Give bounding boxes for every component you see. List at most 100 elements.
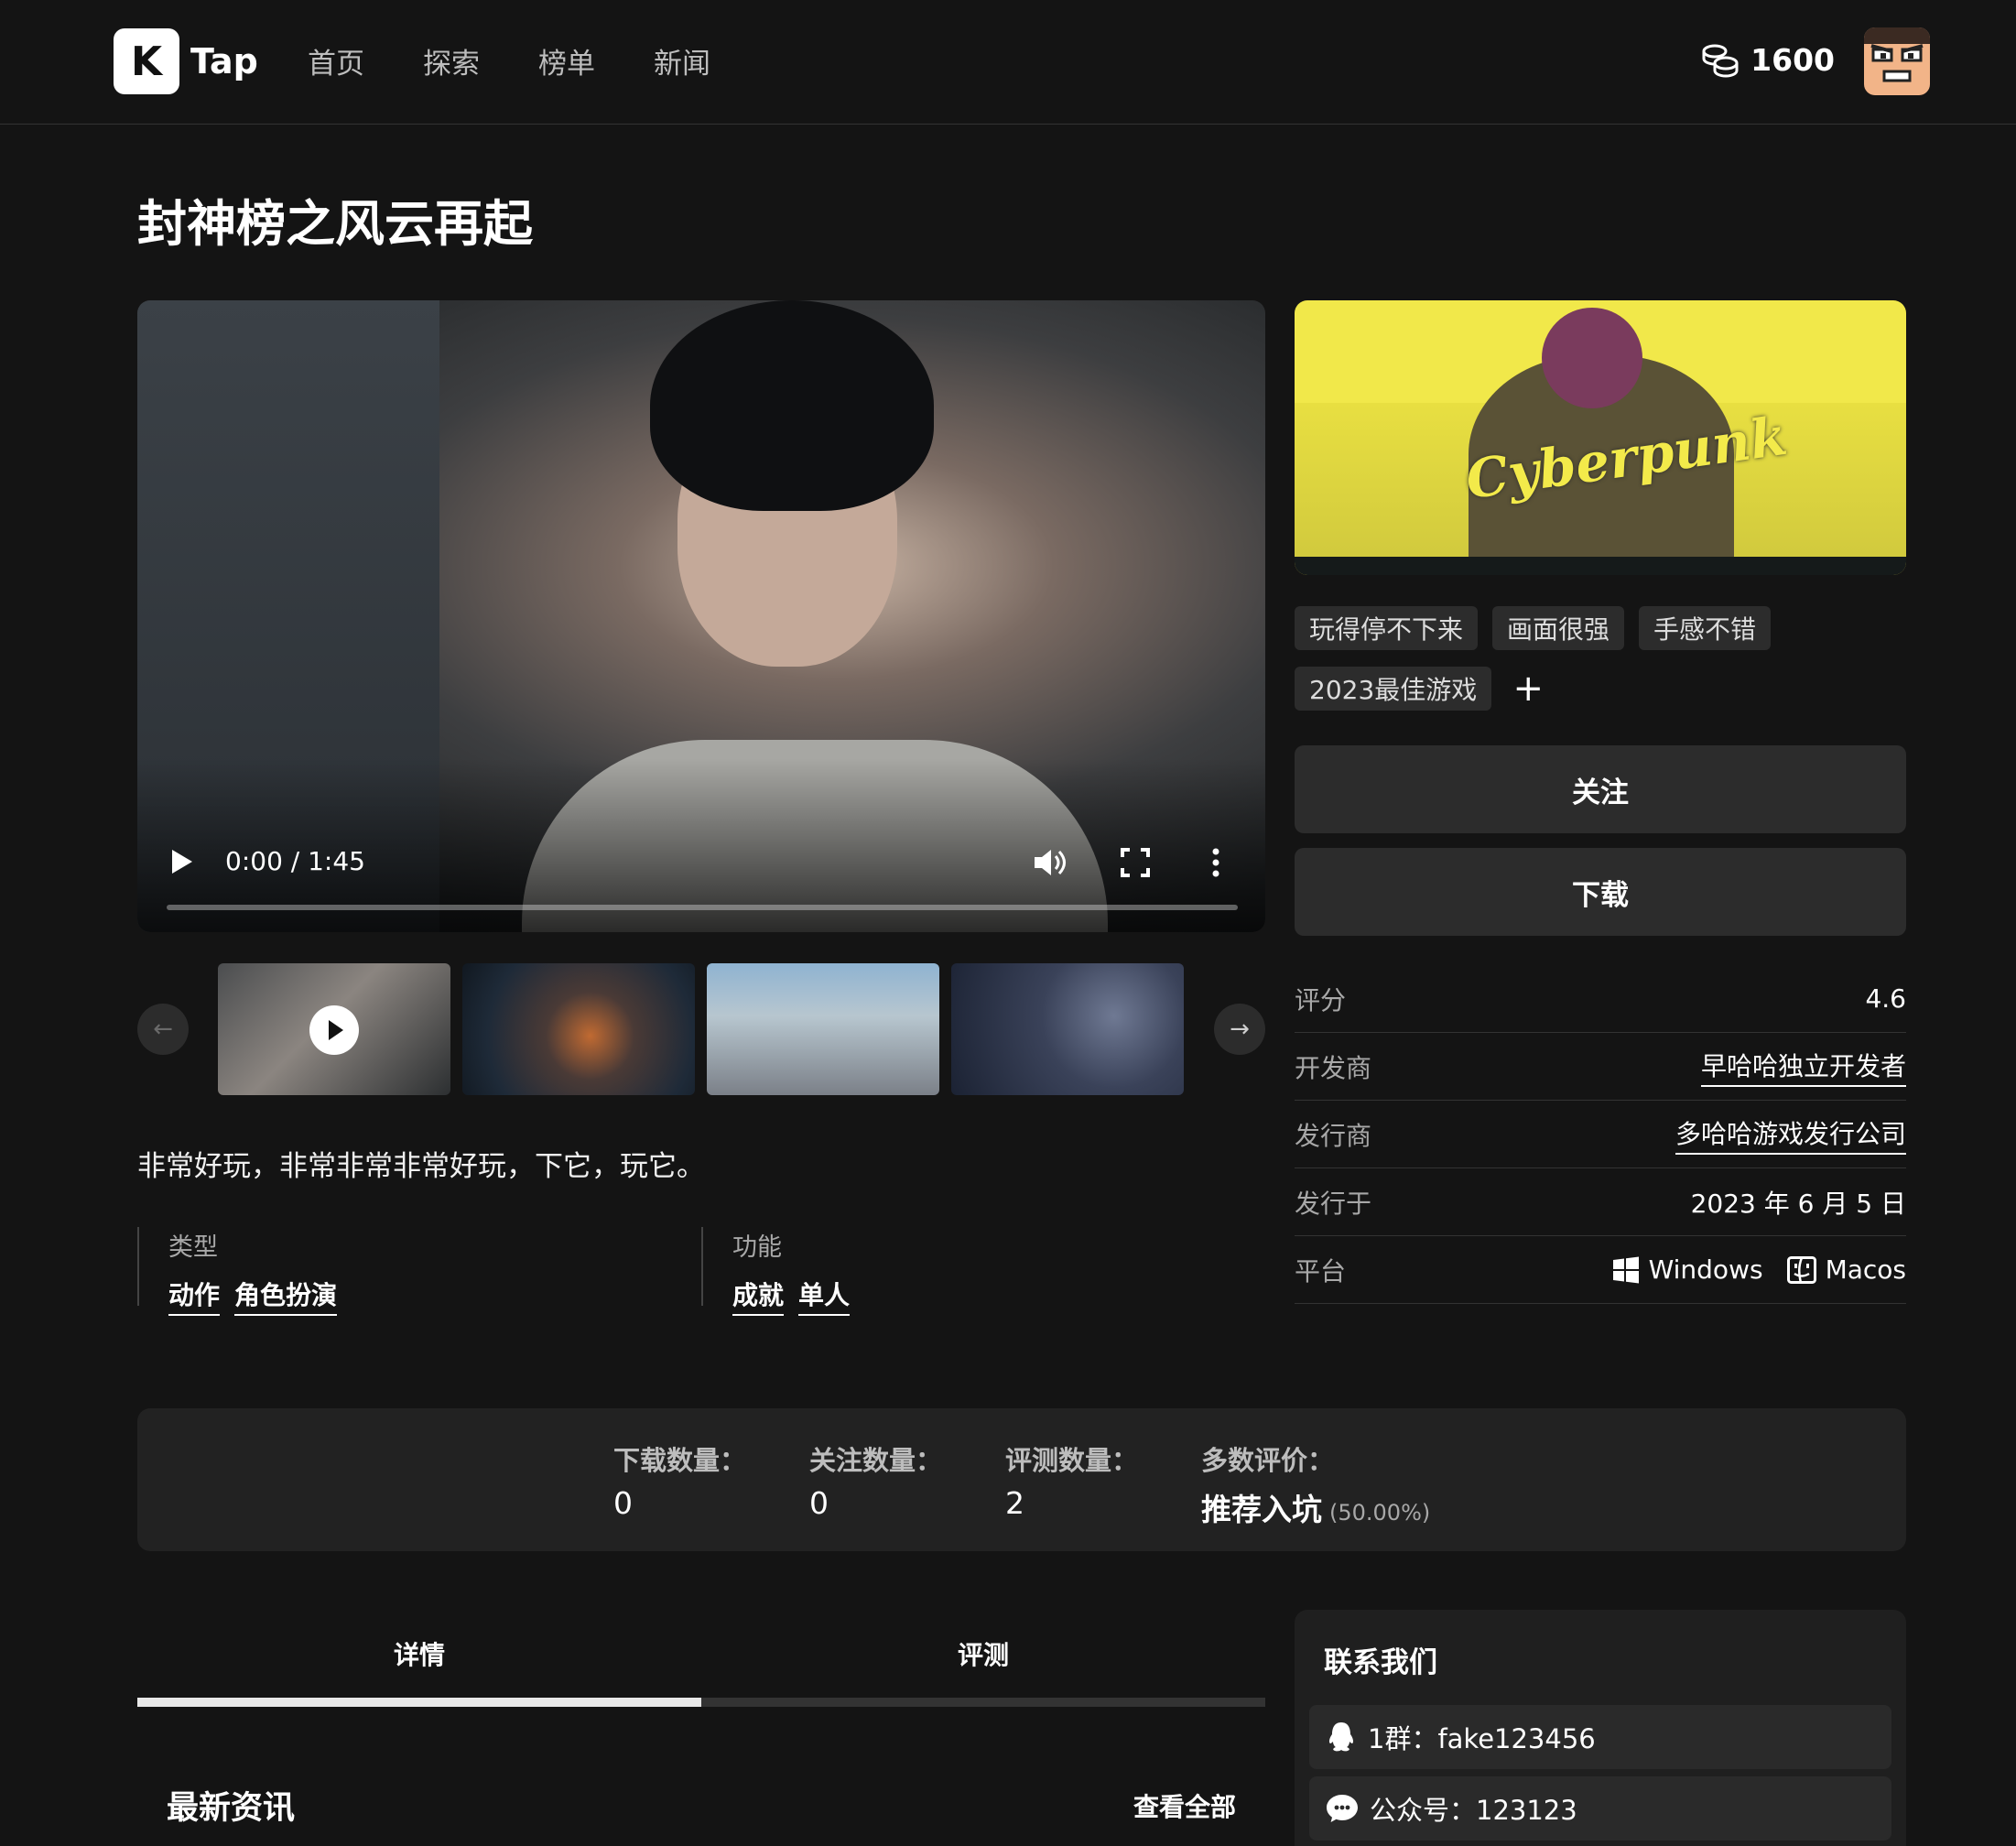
avatar[interactable]: [1864, 27, 1930, 95]
cover-bottom-strip: [1295, 557, 1906, 575]
coin-count: 1600: [1750, 42, 1835, 78]
tag-list: 玩得停不下来 画面很强 手感不错 2023最佳游戏 +: [1295, 606, 1906, 711]
volume-icon[interactable]: [1029, 842, 1069, 883]
play-icon[interactable]: [172, 850, 192, 874]
coin-balance[interactable]: 1600: [1701, 42, 1835, 78]
download-button[interactable]: 下载: [1295, 848, 1906, 936]
contact-text: 公众号：123123: [1370, 1795, 1577, 1826]
contact-row-qq[interactable]: 1群：fake123456: [1309, 1705, 1891, 1769]
stat-majority-rating: 多数评价： 推荐入坑 (50.00%): [1201, 1439, 1430, 1529]
tab-details[interactable]: 详情: [394, 1635, 445, 1672]
stat-label: 关注数量：: [809, 1445, 943, 1476]
wechat-icon: [1327, 1795, 1358, 1822]
platform-macos: Macos: [1786, 1254, 1906, 1285]
info-label: 平台: [1295, 1255, 1347, 1287]
arrow-left-icon: ←: [153, 1015, 173, 1043]
stat-follows: 关注数量： 0: [809, 1439, 942, 1521]
contact-panel: 联系我们 1群：fake123456 公众号：123123: [1295, 1610, 1906, 1846]
stat-downloads: 下载数量： 0: [613, 1439, 746, 1521]
logo-text: Tap: [190, 41, 258, 81]
info-row-release: 发行于 2023 年 6 月 5 日: [1295, 1168, 1906, 1236]
media-thumbnail[interactable]: [707, 963, 939, 1095]
nav-item-explore[interactable]: 探索: [423, 40, 480, 81]
play-circle-icon: [309, 1005, 359, 1055]
genre-label: 类型: [168, 1233, 218, 1262]
thumbnail-prev-button[interactable]: ←: [137, 1004, 189, 1055]
tag-chip[interactable]: 玩得停不下来: [1295, 606, 1479, 650]
majority-rating-value: 推荐入坑: [1201, 1492, 1322, 1527]
tag-chip[interactable]: 画面很强: [1492, 606, 1625, 650]
stats-panel: 下载数量： 0 关注数量： 0 评测数量： 2 多数评价： 推荐入坑 (50.00…: [137, 1408, 1906, 1551]
game-cover-image: Cyberpunk: [1295, 300, 1906, 575]
majority-rating-percent: (50.00%): [1329, 1500, 1431, 1526]
genre-section: 类型 动作 角色扮演: [137, 1227, 338, 1316]
stat-value: 0: [809, 1485, 829, 1521]
finder-icon: [1786, 1255, 1816, 1284]
info-label: 发行商: [1295, 1120, 1372, 1151]
genre-link[interactable]: 角色扮演: [234, 1276, 338, 1316]
nav-item-rankings[interactable]: 榜单: [538, 40, 595, 81]
windows-icon: [1612, 1256, 1639, 1283]
view-all-link[interactable]: 查看全部: [1133, 1787, 1236, 1824]
stat-label: 多数评价：: [1201, 1445, 1335, 1476]
arrow-right-icon: →: [1230, 1015, 1250, 1043]
video-progress-track[interactable]: [167, 905, 1238, 910]
tag-chip[interactable]: 2023最佳游戏: [1295, 667, 1492, 711]
video-time: 0:00 / 1:45: [225, 846, 365, 876]
media-thumbnail-video[interactable]: [218, 963, 450, 1095]
game-description: 非常好玩，非常非常非常好玩，下它，玩它。: [137, 1150, 705, 1183]
platform-name: Macos: [1825, 1254, 1906, 1285]
tab-reviews[interactable]: 评测: [958, 1635, 1009, 1672]
media-thumbnail[interactable]: [951, 963, 1184, 1095]
stat-label: 评测数量：: [1005, 1445, 1139, 1476]
stat-value-row: 推荐入坑 (50.00%): [1201, 1485, 1430, 1529]
info-row-publisher: 发行商 多哈哈游戏发行公司: [1295, 1101, 1906, 1168]
contact-title: 联系我们: [1324, 1646, 1437, 1679]
stat-value: 2: [1005, 1485, 1024, 1521]
media-thumbnail[interactable]: [462, 963, 695, 1095]
more-options-icon[interactable]: [1207, 844, 1225, 881]
feature-link[interactable]: 单人: [798, 1276, 851, 1316]
fullscreen-icon[interactable]: [1119, 846, 1152, 879]
feature-label: 功能: [732, 1233, 782, 1262]
stat-value: 0: [613, 1485, 633, 1521]
logo[interactable]: K Tap: [114, 28, 258, 94]
feature-link[interactable]: 成就: [732, 1276, 785, 1316]
info-label: 发行于: [1295, 1188, 1372, 1219]
tag-chip[interactable]: 手感不错: [1639, 606, 1772, 650]
genre-link[interactable]: 动作: [168, 1276, 221, 1316]
add-tag-button[interactable]: +: [1506, 667, 1550, 711]
info-row-developer: 开发商 早哈哈独立开发者: [1295, 1033, 1906, 1101]
news-section-title: 最新资讯: [167, 1790, 296, 1827]
developer-link[interactable]: 早哈哈独立开发者: [1700, 1047, 1906, 1087]
coins-icon: [1702, 44, 1739, 78]
info-label: 开发商: [1295, 1052, 1372, 1083]
contact-row-wechat[interactable]: 公众号：123123: [1309, 1776, 1891, 1841]
thumbnail-next-button[interactable]: →: [1214, 1004, 1265, 1055]
nav-item-home[interactable]: 首页: [308, 40, 364, 81]
info-row-platform: 平台 Windows Macos: [1295, 1236, 1906, 1304]
publisher-link[interactable]: 多哈哈游戏发行公司: [1675, 1114, 1906, 1155]
release-date: 2023 年 6 月 5 日: [1690, 1188, 1906, 1219]
avatar-face-icon: [1864, 27, 1930, 82]
stat-reviews: 评测数量： 2: [1005, 1439, 1138, 1521]
feature-section: 功能 成就 单人: [701, 1227, 851, 1316]
stat-label: 下载数量：: [613, 1445, 747, 1476]
info-row-rating: 评分 4.6: [1295, 965, 1906, 1033]
logo-mark: K: [114, 28, 179, 94]
platform-name: Windows: [1648, 1254, 1763, 1285]
cover-figure-head: [1542, 308, 1642, 408]
follow-button[interactable]: 关注: [1295, 745, 1906, 833]
top-navigation-bar: K Tap 首页 探索 榜单 新闻 1600: [0, 0, 2016, 125]
nav-item-news[interactable]: 新闻: [654, 40, 710, 81]
video-frame-hair: [650, 300, 934, 511]
qq-icon: [1328, 1722, 1354, 1752]
video-player[interactable]: 0:00 / 1:45: [137, 300, 1265, 932]
rating-value: 4.6: [1865, 983, 1906, 1014]
platform-windows: Windows: [1612, 1254, 1763, 1285]
page-title: 封神榜之风云再起: [137, 195, 533, 253]
info-label: 评分: [1295, 984, 1347, 1015]
tab-indicator-active: [137, 1698, 701, 1707]
contact-text: 1群：fake123456: [1368, 1723, 1596, 1754]
main-nav: 首页 探索 榜单 新闻: [308, 40, 710, 81]
